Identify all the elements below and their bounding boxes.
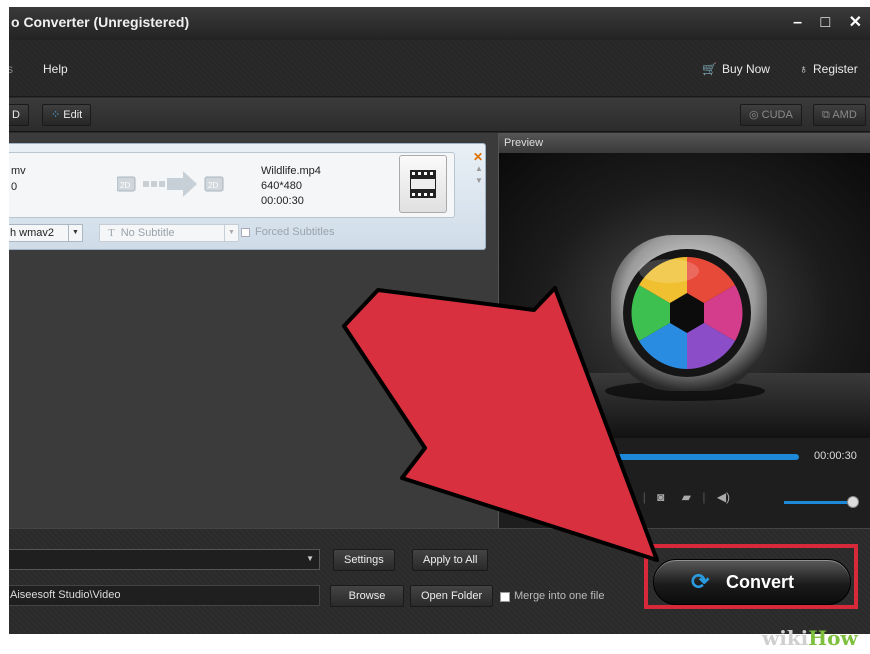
- move-up-icon[interactable]: ▲: [475, 164, 483, 173]
- toolbar: D ⁘ Edit ◎ CUDA ⧉ AMD: [9, 98, 870, 132]
- output-format-thumbnail[interactable]: [399, 155, 447, 213]
- next-frame-icon[interactable]: ▶|: [619, 490, 631, 504]
- volume-slider-track[interactable]: [784, 501, 854, 504]
- edit-icon: ⁘: [51, 109, 61, 121]
- register-label: Register: [813, 62, 858, 76]
- chevron-down-icon: ▼: [224, 225, 238, 241]
- menu-help[interactable]: Help: [43, 62, 68, 76]
- amd-button[interactable]: ⧉ AMD: [813, 104, 866, 126]
- output-file-name: Wildlife.mp4: [261, 165, 321, 177]
- subtitle-t-icon: T: [108, 227, 115, 239]
- subtitle-value: No Subtitle: [120, 227, 175, 239]
- window-title: o Converter (Unregistered): [11, 14, 190, 30]
- output-duration: 00:00:30: [261, 195, 304, 207]
- watermark-how: How: [808, 626, 858, 650]
- amd-icon: ⧉: [822, 109, 830, 121]
- cart-icon: 🛒: [702, 62, 717, 76]
- convert-highlight-frame: [644, 544, 858, 609]
- converter-window: o Converter (Unregistered) – □ ✕ s Help …: [9, 7, 870, 634]
- playback-buttons: ▶| | ◙ ▰ | ◀): [619, 490, 731, 504]
- forced-subtitles-label: Forced Subtitles: [255, 226, 335, 238]
- cuda-label: CUDA: [761, 109, 793, 121]
- preview-panel: Preview 00:00:30 ▶| | ◙ ▰ | ◀): [498, 133, 870, 528]
- toolbar-button-partial[interactable]: D: [9, 104, 29, 126]
- buy-now-label: Buy Now: [721, 62, 770, 76]
- browse-button[interactable]: Browse: [330, 585, 404, 607]
- audio-track-value: h wmav2: [10, 227, 55, 239]
- file-list-item[interactable]: mv 0 2D 2D Wildlife.mp4 640*480 00:00:30: [9, 143, 486, 250]
- destination-field[interactable]: Aiseesoft Studio\Video: [9, 585, 320, 606]
- move-down-icon[interactable]: ▼: [475, 176, 483, 185]
- cuda-button[interactable]: ◎ CUDA: [740, 104, 802, 126]
- playback-controls: 00:00:30 ▶| | ◙ ▰ | ◀): [499, 438, 870, 528]
- remove-file-icon[interactable]: ✕: [473, 150, 483, 164]
- aperture-logo-icon: [499, 235, 870, 438]
- preview-header: Preview: [499, 133, 870, 153]
- playback-progress-bar[interactable]: [499, 454, 799, 460]
- apply-to-all-button[interactable]: Apply to All: [412, 549, 489, 571]
- open-folder-button[interactable]: Open Folder: [410, 585, 494, 607]
- menu-bar: s Help 🛒 Buy Now ♁ Register: [9, 40, 870, 97]
- source-2d-badge: 2D: [120, 181, 130, 190]
- output-2d-badge: 2D: [208, 181, 218, 190]
- file-info-card: mv 0 2D 2D Wildlife.mp4 640*480 00:00:30: [9, 152, 455, 218]
- preview-screen: [499, 153, 870, 438]
- key-icon: ♁: [799, 62, 808, 76]
- watermark-wiki: wiki: [762, 626, 809, 650]
- profile-select[interactable]: ▼: [9, 549, 320, 570]
- maximize-button[interactable]: □: [820, 14, 830, 32]
- forced-subtitles-checkbox[interactable]: [241, 228, 250, 237]
- minimize-button[interactable]: –: [793, 14, 802, 32]
- output-resolution: 640*480: [261, 180, 302, 192]
- source-file-name: mv: [11, 165, 26, 177]
- register-link[interactable]: ♁ Register: [799, 62, 858, 76]
- volume-slider-handle[interactable]: [847, 496, 859, 508]
- edit-button[interactable]: ⁘ Edit: [42, 104, 92, 126]
- cuda-icon: ◎: [749, 109, 759, 121]
- buy-now-link[interactable]: 🛒 Buy Now: [702, 62, 770, 76]
- chevron-down-icon: ▼: [306, 554, 314, 563]
- file-list-panel: mv 0 2D 2D Wildlife.mp4 640*480 00:00:30: [9, 133, 498, 528]
- amd-label: AMD: [832, 109, 857, 121]
- window-controls: – □ ✕: [779, 12, 862, 32]
- audio-track-select[interactable]: h wmav2 ▼: [9, 224, 83, 242]
- edit-label: Edit: [63, 109, 83, 121]
- playback-time: 00:00:30: [814, 450, 857, 462]
- chevron-down-icon: ▼: [68, 225, 82, 241]
- snapshot-icon[interactable]: ◙: [657, 490, 664, 504]
- conversion-arrow-icon: 2D 2D: [117, 171, 224, 197]
- merge-checkbox[interactable]: [500, 592, 510, 602]
- subtitle-select[interactable]: T No Subtitle ▼: [99, 224, 239, 242]
- menu-item-partial[interactable]: s: [9, 62, 13, 76]
- folder-icon[interactable]: ▰: [682, 490, 691, 504]
- merge-label: Merge into one file: [514, 590, 605, 602]
- wikihow-watermark: wikiHow: [762, 622, 870, 654]
- volume-icon[interactable]: ◀): [717, 490, 730, 504]
- film-reel-icon: [410, 170, 436, 198]
- source-duration: 0: [11, 181, 18, 193]
- settings-button[interactable]: Settings: [333, 549, 395, 571]
- close-button[interactable]: ✕: [849, 12, 862, 32]
- title-bar: o Converter (Unregistered) – □ ✕: [9, 7, 870, 40]
